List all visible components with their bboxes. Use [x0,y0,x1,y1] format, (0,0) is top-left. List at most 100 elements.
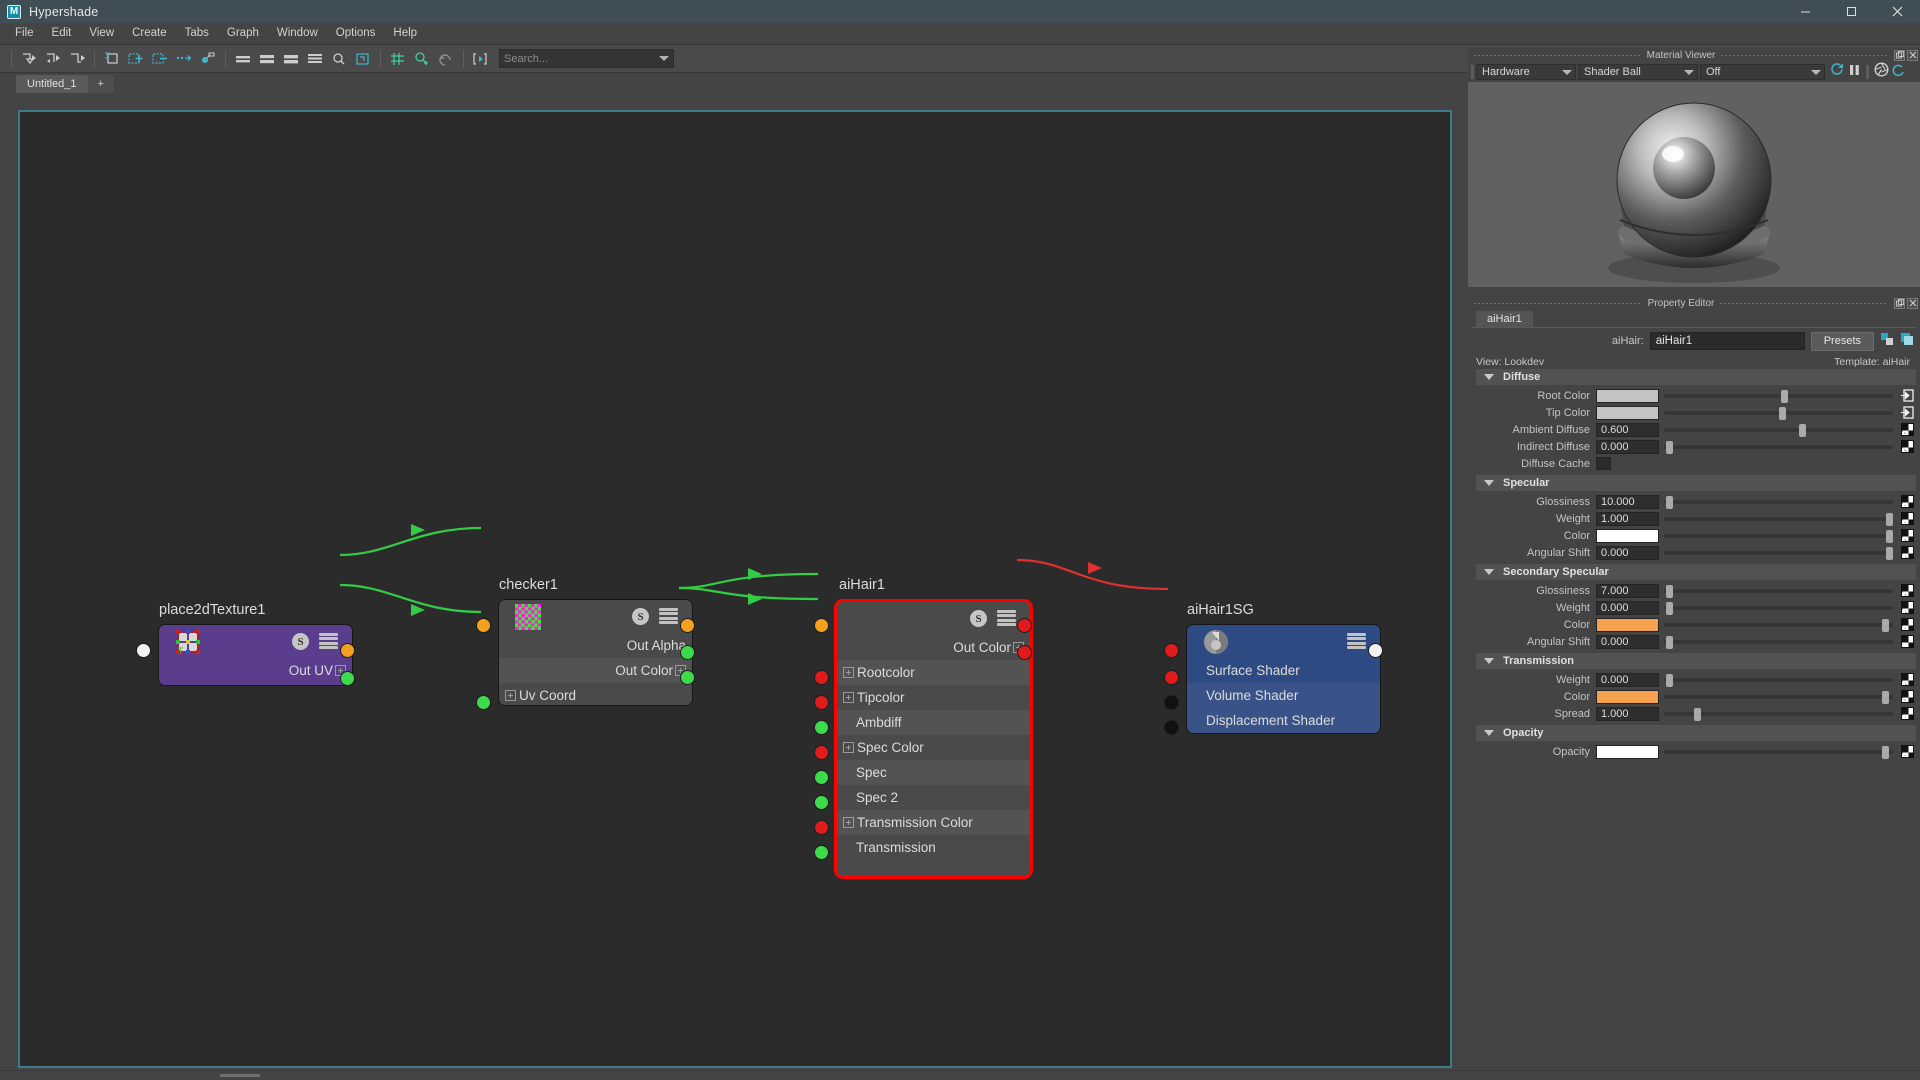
menu-edit[interactable]: Edit [43,25,81,43]
search-filter-icon[interactable] [470,48,492,70]
checker-map-icon[interactable] [1901,584,1914,597]
chevron-down-icon[interactable] [1484,569,1494,575]
node-swatch-badge[interactable]: S [970,610,987,627]
sec-color-swatch[interactable] [1596,617,1659,632]
toolbar-grip[interactable] [1866,65,1869,79]
spec-color-swatch[interactable] [1596,528,1659,543]
node-row-uv-coord[interactable]: Uv Coord [499,683,692,705]
drag-handle-left[interactable] [1474,302,1642,304]
transmission-spread-input[interactable]: 1.000 [1596,706,1659,721]
menu-file[interactable]: File [6,25,43,43]
chevron-down-icon[interactable] [1484,480,1494,486]
node-input-port-transmission[interactable] [814,845,829,860]
checker-map-icon[interactable] [1901,745,1914,758]
geometry-dropdown[interactable]: Shader Ball [1578,64,1698,80]
prop-row-root-color[interactable]: Root Color [1468,387,1920,404]
node-row-rootcolor[interactable]: Rootcolor [837,660,1030,685]
sec-weight-input[interactable]: 0.000 [1596,600,1659,615]
ambient-diffuse-slider[interactable] [1664,423,1893,437]
node-input-port-surface-shader[interactable] [1164,670,1179,685]
checker-map-icon[interactable] [1901,529,1914,542]
node-input-port-displacement-shader[interactable] [1164,720,1179,735]
tab-untitled-1[interactable]: Untitled_1 [16,75,88,93]
node-input-port-uv-coord[interactable] [476,695,491,710]
pause-icon[interactable] [1848,63,1861,82]
close-icon[interactable] [1907,49,1919,61]
checker-map-icon[interactable] [1901,423,1914,436]
prop-row-spec-glossiness[interactable]: Glossiness 10.000 [1468,493,1920,510]
transmission-spread-slider[interactable] [1664,707,1893,721]
menu-help[interactable]: Help [384,25,426,43]
node-output-port-out-color[interactable] [1017,645,1032,660]
node-row-out-color[interactable]: Out Color [499,658,692,683]
undock-icon[interactable] [1894,297,1906,309]
transmission-color-slider[interactable] [1664,690,1893,704]
prop-row-spec-weight[interactable]: Weight 1.000 [1468,510,1920,527]
node-input-port-spec-color[interactable] [814,745,829,760]
sec-glossiness-input[interactable]: 7.000 [1596,583,1659,598]
checker-map-icon[interactable] [1901,601,1914,614]
search-input[interactable]: Search... [499,49,674,68]
undo-view-icon[interactable] [435,48,457,70]
checker-map-icon[interactable] [1901,673,1914,686]
prop-row-sec-glossiness[interactable]: Glossiness 7.000 [1468,582,1920,599]
expand-attribute-icon[interactable] [843,667,854,678]
checker-map-icon[interactable] [1901,440,1914,453]
section-header-transmission[interactable]: Transmission [1476,653,1916,669]
prop-row-transmission-color[interactable]: Color [1468,688,1920,705]
show-large-node-swatch-icon[interactable] [280,48,302,70]
spec-color-slider[interactable] [1664,529,1894,543]
expand-attribute-icon[interactable] [843,692,854,703]
frame-all-icon[interactable] [328,48,350,70]
tip-color-slider[interactable] [1664,406,1893,420]
spec-angular-shift-input[interactable]: 0.000 [1596,545,1659,560]
toggle-grid-icon[interactable] [387,48,409,70]
section-header-secondary-specular[interactable]: Secondary Specular [1476,564,1916,580]
menu-options[interactable]: Options [327,25,385,43]
checker-map-icon[interactable] [1901,512,1914,525]
node-menu-icon[interactable] [997,609,1016,627]
node-input-port[interactable] [814,618,829,633]
node-input-port-spec[interactable] [814,770,829,785]
opacity-slider[interactable] [1664,745,1893,759]
menu-tabs[interactable]: Tabs [176,25,218,43]
node-output-port[interactable] [340,643,355,658]
section-header-opacity[interactable]: Opacity [1476,725,1916,741]
checker-map-icon[interactable] [1901,707,1914,720]
node-graph-canvas[interactable]: place2dTexture1 T S Out UV checker1 S Ou… [18,110,1452,1068]
toolbar-grip[interactable] [1471,65,1474,79]
node-output-port[interactable] [1017,618,1032,633]
prop-row-spec-angular-shift[interactable]: Angular Shift 0.000 [1468,544,1920,561]
menu-window[interactable]: Window [268,25,327,43]
node-input-port-transmission-color[interactable] [814,820,829,835]
node-row-spec-2[interactable]: Spec 2 [837,785,1030,810]
indirect-diffuse-input[interactable]: 0.000 [1596,439,1659,454]
copy-tab-icon[interactable] [1880,332,1894,351]
checker-map-icon[interactable] [1901,690,1914,703]
opacity-swatch[interactable] [1596,744,1659,759]
clear-graph-icon[interactable] [173,48,195,70]
tab-aihair1[interactable]: aiHair1 [1476,311,1533,327]
prop-row-transmission-weight[interactable]: Weight 0.000 [1468,671,1920,688]
node-output-port-out-color[interactable] [680,670,695,685]
spec-weight-input[interactable]: 1.000 [1596,511,1659,526]
node-input-port-rootcolor[interactable] [814,670,829,685]
expand-attribute-icon[interactable] [843,817,854,828]
expand-attribute-icon[interactable] [505,690,516,701]
spec-angular-shift-slider[interactable] [1664,546,1894,560]
node-swatch-badge[interactable]: S [632,608,649,625]
node-row-tipcolor[interactable]: Tipcolor [837,685,1030,710]
prop-row-sec-weight[interactable]: Weight 0.000 [1468,599,1920,616]
chevron-down-icon[interactable] [1811,70,1821,75]
presets-button[interactable]: Presets [1810,331,1874,351]
reload-icon[interactable] [1891,63,1905,82]
connect-icon[interactable] [1901,406,1914,419]
node-input-port-spec-2[interactable] [814,795,829,810]
checker-map-icon[interactable] [1901,635,1914,648]
chevron-down-icon[interactable] [1484,658,1494,664]
menu-create[interactable]: Create [123,25,176,43]
node-menu-icon[interactable] [1347,632,1366,650]
sec-angular-shift-slider[interactable] [1664,635,1893,649]
transmission-weight-input[interactable]: 0.000 [1596,672,1659,687]
show-hide-icon[interactable] [1900,332,1914,351]
